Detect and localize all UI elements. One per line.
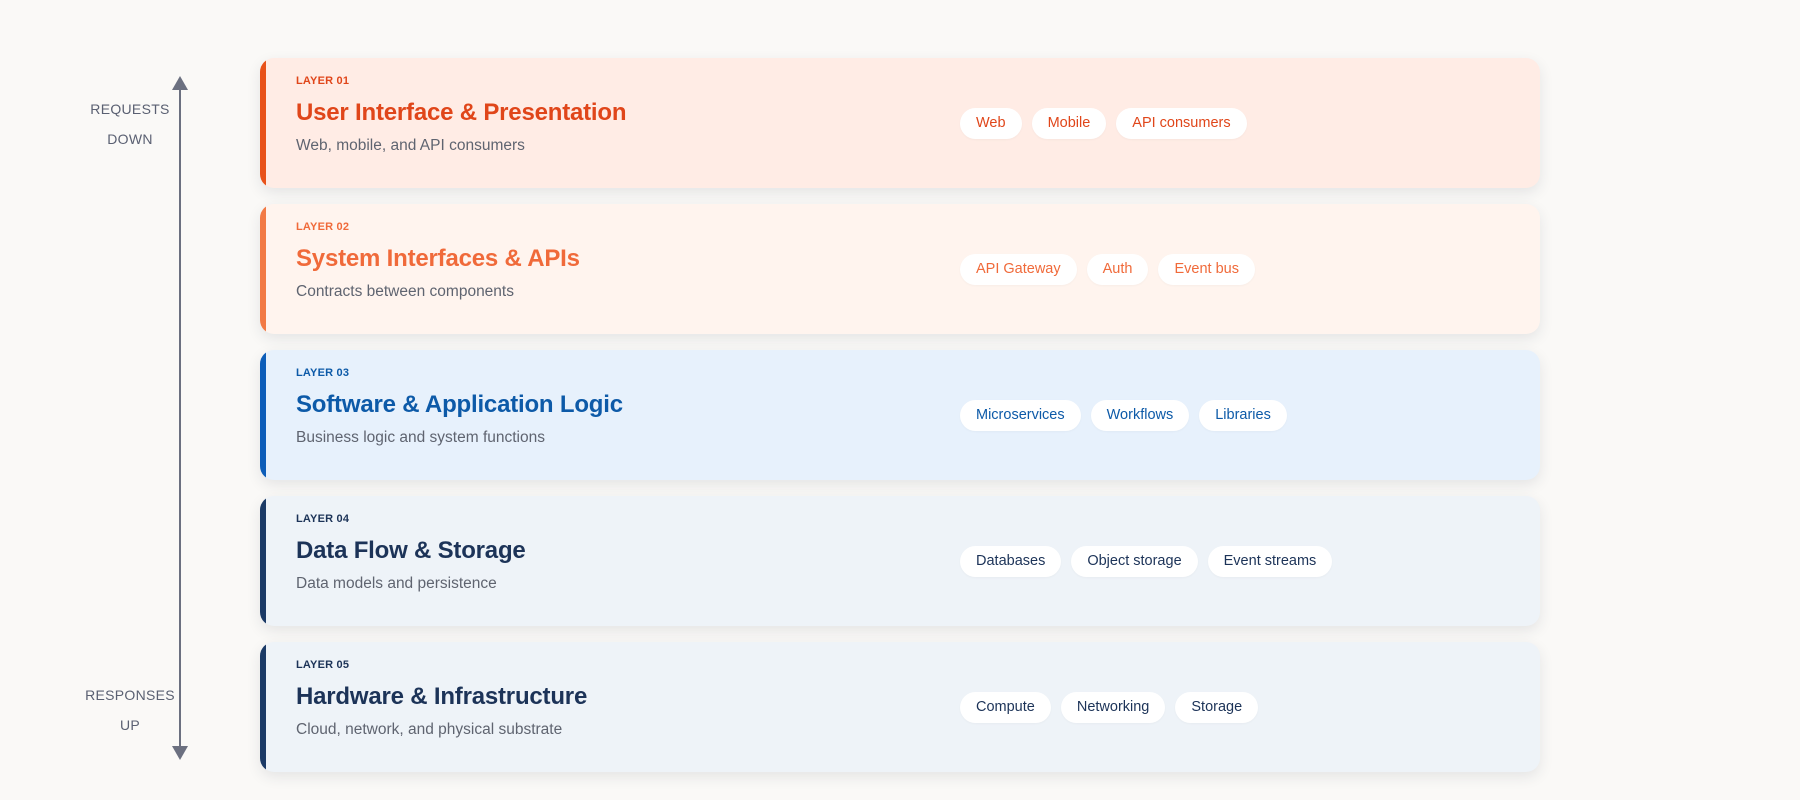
layer-chip-group: Compute Networking Storage (960, 692, 1259, 723)
layer-card-04: LAYER 04 Data Flow & Storage Data models… (260, 496, 1540, 626)
chip-microservices: Microservices (960, 400, 1081, 431)
layer-title: System Interfaces & APIs (296, 245, 580, 272)
layer-tag: LAYER 01 (296, 75, 350, 87)
chip-web: Web (960, 108, 1022, 139)
layer-chip-group: Web Mobile API consumers (960, 108, 1247, 139)
arrow-up-head-icon (172, 76, 188, 90)
bidirectional-arrow (172, 76, 188, 760)
layer-accent-bar (260, 496, 266, 626)
chip-libraries: Libraries (1199, 400, 1287, 431)
chip-event-bus: Event bus (1158, 254, 1255, 285)
axis-bottom-label-line-2: UP (119, 717, 141, 733)
layer-stack: LAYER 01 User Interface & Presentation W… (260, 58, 1540, 788)
layer-accent-bar (260, 58, 266, 188)
layer-accent-bar (260, 642, 266, 772)
layer-description: Business logic and system functions (296, 429, 545, 446)
layer-description: Contracts between components (296, 283, 514, 300)
layer-title: User Interface & Presentation (296, 99, 627, 126)
layered-architecture-diagram: REQUESTS DOWN RESPONSES UP LAYER 01 User… (0, 0, 1800, 800)
axis-bottom-label-line-1: RESPONSES (85, 687, 175, 703)
layer-tag: LAYER 02 (296, 221, 350, 233)
chip-databases: Databases (960, 546, 1062, 577)
chip-object-storage: Object storage (1071, 546, 1198, 577)
chip-api-consumers: API consumers (1116, 108, 1247, 139)
layer-tag: LAYER 04 (296, 513, 350, 525)
layer-chip-group: Microservices Workflows Libraries (960, 400, 1287, 431)
layer-card-02: LAYER 02 System Interfaces & APIs Contra… (260, 204, 1540, 334)
layer-tag: LAYER 03 (296, 367, 350, 379)
layer-title: Hardware & Infrastructure (296, 683, 588, 710)
chip-networking: Networking (1060, 692, 1166, 723)
arrow-down-head-icon (172, 746, 188, 760)
layer-card-01: LAYER 01 User Interface & Presentation W… (260, 58, 1540, 188)
layer-description: Data models and persistence (296, 575, 497, 592)
layer-card-05: LAYER 05 Hardware & Infrastructure Cloud… (260, 642, 1540, 772)
chip-workflows: Workflows (1090, 400, 1190, 431)
layer-description: Web, mobile, and API consumers (296, 137, 525, 154)
layer-title: Data Flow & Storage (296, 537, 526, 564)
layer-tag: LAYER 05 (296, 659, 350, 671)
layer-chip-group: API Gateway Auth Event bus (960, 254, 1255, 285)
layer-chip-group: Databases Object storage Event streams (960, 546, 1333, 577)
chip-compute: Compute (960, 692, 1051, 723)
layer-accent-bar (260, 350, 266, 480)
chip-mobile: Mobile (1031, 108, 1107, 139)
chip-storage: Storage (1175, 692, 1259, 723)
chip-api-gateway: API Gateway (960, 254, 1077, 285)
layer-card-03: LAYER 03 Software & Application Logic Bu… (260, 350, 1540, 480)
layer-accent-bar (260, 204, 266, 334)
chip-auth: Auth (1086, 254, 1149, 285)
axis-bottom-label: RESPONSES UP (60, 680, 200, 740)
layer-title: Software & Application Logic (296, 391, 623, 418)
layer-description: Cloud, network, and physical substrate (296, 721, 563, 738)
chip-event-streams: Event streams (1207, 546, 1333, 577)
